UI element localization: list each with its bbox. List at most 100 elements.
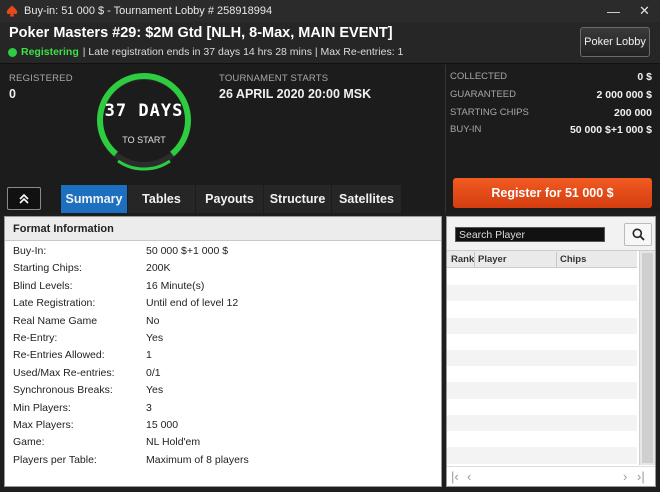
player-row (447, 317, 637, 335)
format-row: Late Registration: Until end of level 12 (5, 296, 441, 313)
registered-label: REGISTERED (9, 73, 73, 84)
format-row-value: 16 Minute(s) (146, 279, 205, 292)
tab-payouts[interactable]: Payouts (196, 185, 263, 213)
format-row-label: Min Players: (13, 401, 71, 414)
format-row-label: Used/Max Re-entries: (13, 366, 115, 379)
format-row-value: 50 000 $+1 000 $ (146, 245, 229, 257)
format-row: Game: NL Hold'em (5, 435, 441, 452)
format-row: Starting Chips: 200K (5, 261, 441, 278)
format-info-panel: Format Information Buy-In: 50 000 $+1 000… (4, 216, 442, 487)
format-row-label: Late Registration: (13, 297, 96, 310)
status-badge: Registering (21, 46, 79, 58)
player-row (447, 447, 637, 465)
format-row-value: Yes (146, 332, 164, 344)
status-detail: | Late registration ends in 37 days 14 h… (82, 46, 404, 58)
format-row-label: Game: (13, 436, 45, 449)
search-bar (447, 217, 655, 251)
format-row-label: Buy-In: (13, 245, 47, 257)
format-row-value: 1 (146, 349, 152, 362)
double-chevron-up-icon (19, 193, 29, 204)
player-row (447, 398, 637, 416)
title-bar: Buy-in: 51 000 $ - Tournament Lobby # 25… (0, 0, 660, 22)
player-row (447, 333, 637, 351)
countdown-ring (97, 73, 191, 171)
column-rank[interactable]: Rank (451, 254, 474, 265)
players-panel: Rank Player Chips |‹ ‹ › ›| (446, 216, 656, 487)
format-row-value: Maximum of 8 players (146, 453, 249, 466)
starting-chips-row: STARTING CHIPS 200 000 (450, 107, 652, 119)
tournament-status: Registering | Late registration ends in … (8, 46, 403, 58)
format-row-value: 0/1 (146, 366, 161, 379)
search-player-input[interactable] (455, 227, 605, 242)
status-dot-icon (8, 47, 17, 57)
registered-value: 0 (9, 87, 16, 101)
format-row-label: Synchronous Breaks: (13, 384, 113, 397)
format-row: Max Players: 15 000 (5, 418, 441, 435)
player-row (447, 269, 637, 286)
player-row (447, 414, 637, 432)
tournament-header: Poker Masters #29: $2M Gtd [NLH, 8-Max, … (0, 22, 660, 64)
player-row (447, 382, 637, 400)
format-row: Used/Max Re-entries: 0/1 (5, 366, 441, 383)
search-button[interactable] (624, 223, 652, 246)
format-row: Blind Levels: 16 Minute(s) (5, 279, 441, 296)
minimize-button[interactable]: — (598, 0, 629, 22)
format-info-title: Format Information (5, 217, 441, 241)
format-row: Re-Entries Allowed: 1 (5, 348, 441, 365)
format-row-label: Max Players: (13, 419, 74, 431)
format-row-value: 200K (146, 262, 171, 275)
format-row-value: Until end of level 12 (146, 297, 239, 310)
starts-value: 26 APRIL 2020 20:00 MSK (219, 87, 372, 101)
format-row: Real Name Game No (5, 314, 441, 331)
vertical-scrollbar[interactable] (639, 251, 655, 465)
buy-in-row: BUY-IN 50 000 $+1 000 $ (450, 124, 652, 136)
format-row: Synchronous Breaks: Yes (5, 383, 441, 400)
tab-satellites[interactable]: Satellites (332, 185, 401, 213)
window-title: Buy-in: 51 000 $ - Tournament Lobby # 25… (24, 5, 273, 17)
scrollbar-thumb[interactable] (642, 253, 653, 463)
tab-bar: Summary Tables Payouts Structure Satelli… (61, 185, 402, 213)
last-page-icon[interactable]: ›| (637, 469, 645, 484)
register-button[interactable]: Register for 51 000 $ (453, 178, 652, 208)
format-row: Min Players: 3 (5, 401, 441, 418)
spade-icon (6, 5, 18, 17)
tab-structure[interactable]: Structure (264, 185, 331, 213)
tab-tables[interactable]: Tables (128, 185, 195, 213)
starts-label: TOURNAMENT STARTS (219, 73, 329, 84)
window-controls: — ✕ (598, 0, 660, 22)
player-row (447, 431, 637, 448)
first-page-icon[interactable]: |‹ (451, 469, 459, 484)
player-row (447, 301, 637, 319)
format-row: Re-Entry: Yes (5, 331, 441, 348)
magnifier-icon (632, 228, 645, 241)
format-row-label: Real Name Game (13, 314, 98, 327)
format-row-label: Re-Entry: (13, 332, 58, 344)
format-row-label: Re-Entries Allowed: (13, 349, 105, 362)
previous-page-icon[interactable]: ‹ (467, 469, 471, 484)
format-row-label: Starting Chips: (13, 262, 82, 275)
poker-lobby-button[interactable]: Poker Lobby (580, 27, 650, 57)
format-row: Buy-In: 50 000 $+1 000 $ (5, 244, 441, 261)
collected-row: COLLECTED 0 $ (450, 71, 652, 83)
close-button[interactable]: ✕ (629, 0, 660, 22)
tab-summary[interactable]: Summary (61, 185, 127, 213)
format-row-value: NL Hold'em (146, 436, 201, 449)
column-chips[interactable]: Chips (560, 254, 586, 265)
tournament-name: Poker Masters #29: $2M Gtd [NLH, 8-Max, … (9, 25, 393, 41)
format-row-label: Blind Levels: (13, 279, 73, 292)
column-player[interactable]: Player (478, 254, 507, 265)
players-table-header: Rank Player Chips (447, 251, 637, 268)
collapse-button[interactable] (7, 187, 41, 210)
format-row-value: 15 000 (146, 419, 179, 431)
player-row (447, 366, 637, 384)
player-row (447, 285, 637, 303)
pagination-bar: |‹ ‹ › ›| (447, 466, 655, 486)
format-row: Players per Table: Maximum of 8 players (5, 453, 441, 470)
next-page-icon[interactable]: › (623, 469, 627, 484)
player-row (447, 350, 637, 367)
format-row-value: 3 (146, 401, 152, 414)
countdown-value: 37 DAYS (104, 101, 184, 121)
format-row-value: Yes (146, 384, 164, 397)
guaranteed-row: GUARANTEED 2 000 000 $ (450, 89, 652, 101)
countdown-label: TO START (122, 135, 166, 145)
